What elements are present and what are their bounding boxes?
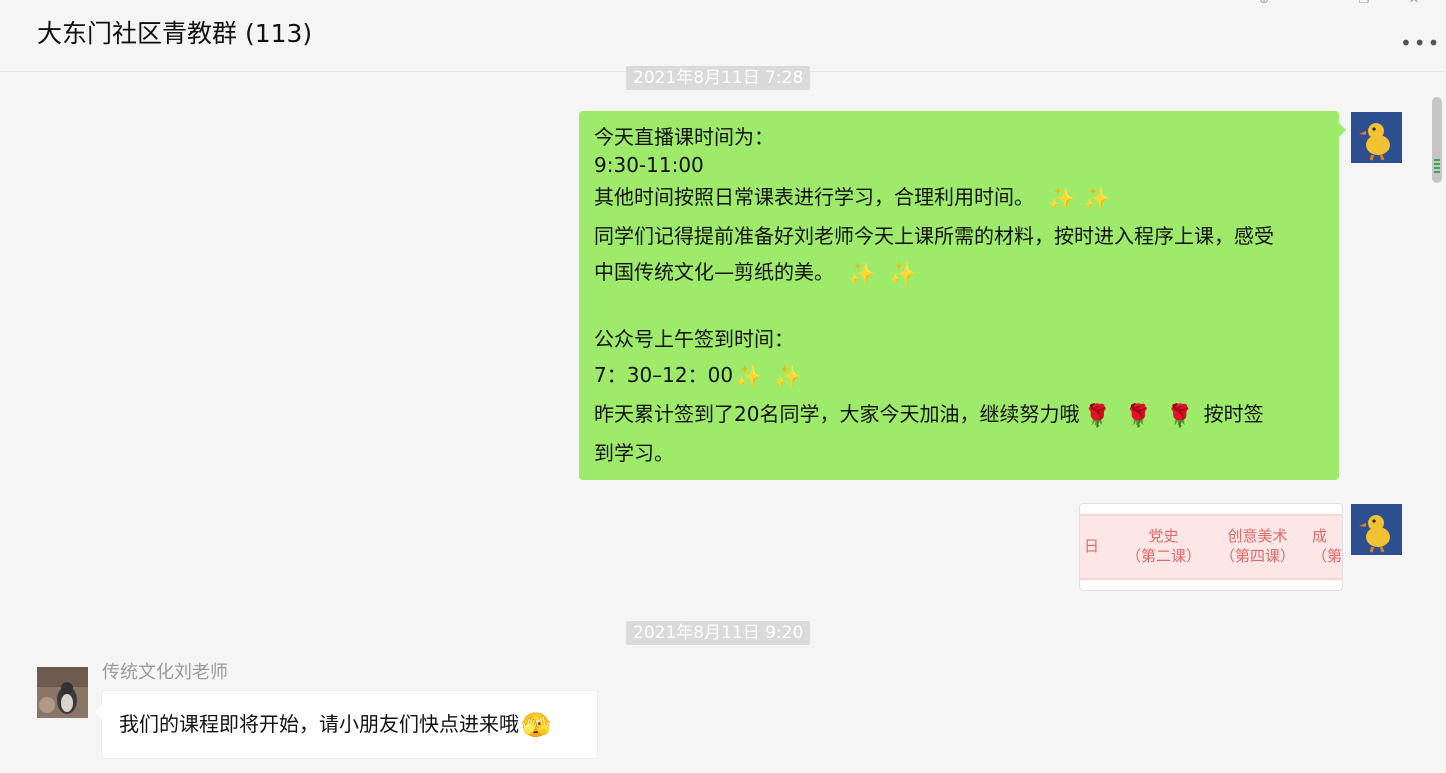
sender-avatar[interactable] <box>37 667 88 718</box>
sparkle-emoji: ✨ <box>848 262 876 287</box>
my-avatar[interactable] <box>1351 112 1402 163</box>
message-line: 7：30–12：00✨ ✨ <box>594 357 1323 396</box>
timestamp-1: 2021年8月11日 7:28 <box>626 66 811 90</box>
scrollbar-grip <box>1434 167 1440 169</box>
minimize-icon[interactable]: — <box>1306 0 1322 6</box>
sparkle-emoji: ✨ <box>735 365 763 390</box>
message-line: 到学习。 <box>594 441 674 465</box>
image-text: 创意美术 <box>1227 527 1288 545</box>
image-message[interactable]: 日 党史 （第二课） 创意美术 （第四课） 成 （第 <box>1079 503 1343 591</box>
duck-icon <box>1351 112 1402 163</box>
chat-header: 大东门社区青教群 (113) ⊕ — ❐ ✕ ••• <box>0 0 1446 72</box>
timestamp-2: 2021年8月11日 9:20 <box>626 621 811 645</box>
rose-emoji: 🌹 <box>1166 404 1194 429</box>
incoming-message-bubble[interactable]: 我们的课程即将开始，请小朋友们快点进来哦🫣 <box>95 690 598 759</box>
sparkle-emoji: ✨ <box>774 365 802 390</box>
image-text: 党史 <box>1148 527 1179 545</box>
outgoing-message-bubble[interactable]: 今天直播课时间为： 9:30-11:00 其他时间按照日常课表进行学习，合理利用… <box>579 111 1346 480</box>
message-line: 中国传统文化—剪纸的美。 ✨ ✨ <box>594 254 1323 293</box>
image-text: 成 <box>1312 527 1328 545</box>
image-text: （第二课） <box>1126 547 1202 565</box>
scrollbar-thumb[interactable] <box>1432 97 1442 183</box>
scrollbar-grip <box>1434 171 1440 173</box>
image-text: 党史 （第二课） <box>1126 526 1201 566</box>
close-icon[interactable]: ✕ <box>1406 0 1422 6</box>
penguin-icon <box>37 667 88 718</box>
message-line: 昨天累计签到了20名同学，大家今天加油，继续努力哦 🌹 🌹 🌹 按时签 <box>594 396 1323 435</box>
peek-emoji: 🫣 <box>521 711 551 739</box>
sender-name: 传统文化刘老师 <box>102 662 228 683</box>
message-line: 其他时间按照日常课表进行学习，合理利用时间。 ✨ ✨ <box>594 179 1323 218</box>
sparkle-emoji: ✨ <box>1083 187 1111 212</box>
chat-title: 大东门社区青教群 (113) <box>37 19 313 48</box>
message-text: 其他时间按照日常课表进行学习，合理利用时间。 <box>594 185 1034 209</box>
message-line: 今天直播课时间为： <box>594 125 774 149</box>
sparkle-emoji: ✨ <box>1048 187 1076 212</box>
rose-emoji: 🌹 <box>1124 404 1153 429</box>
scrollbar-grip <box>1434 163 1440 165</box>
image-text: （第四课） <box>1220 547 1296 565</box>
message-text: 中国传统文化—剪纸的美。 <box>594 260 834 284</box>
message-line: 公众号上午签到时间： <box>594 327 794 351</box>
more-options-button[interactable]: ••• <box>1400 33 1439 53</box>
image-text: （第 <box>1312 547 1343 565</box>
maximize-icon[interactable]: ❐ <box>1356 0 1372 6</box>
scrollbar-grip <box>1434 159 1440 161</box>
message-text: 7：30–12：00 <box>594 363 734 387</box>
schedule-image-strip <box>1080 514 1342 580</box>
message-text: 我们的课程即将开始，请小朋友们快点进来哦 <box>119 712 519 736</box>
sparkle-emoji: ✨ <box>889 262 917 287</box>
duck-icon <box>1351 504 1402 555</box>
rose-emoji: 🌹 <box>1083 404 1111 429</box>
message-text: 按时签 <box>1203 402 1264 426</box>
message-line: 同学们记得提前准备好刘老师今天上课所需的材料，按时进入程序上课，感受 <box>594 224 1274 248</box>
message-text: 昨天累计签到了20名同学，大家今天加油，继续努力哦 <box>594 402 1080 426</box>
image-text: 创意美术 （第四课） <box>1220 526 1295 566</box>
image-text: 日 <box>1084 537 1100 555</box>
my-avatar[interactable] <box>1351 504 1402 555</box>
image-text: 成 （第 <box>1312 526 1342 566</box>
message-line: 9:30-11:00 <box>594 153 704 177</box>
pin-icon[interactable]: ⊕ <box>1256 0 1272 6</box>
